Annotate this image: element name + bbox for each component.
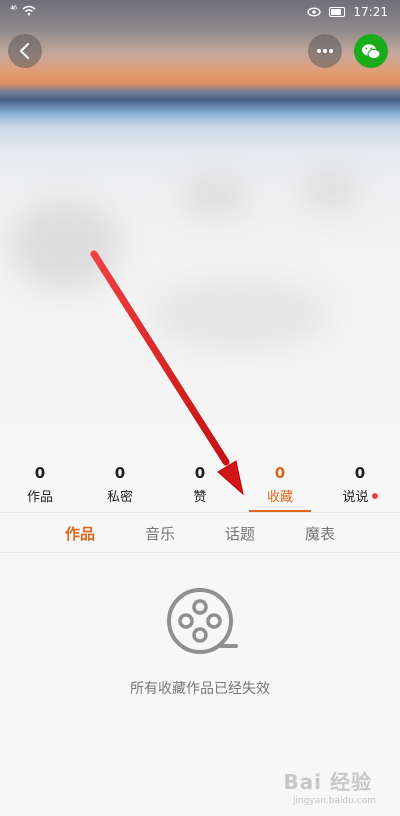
annotation-arrow [90,250,244,496]
